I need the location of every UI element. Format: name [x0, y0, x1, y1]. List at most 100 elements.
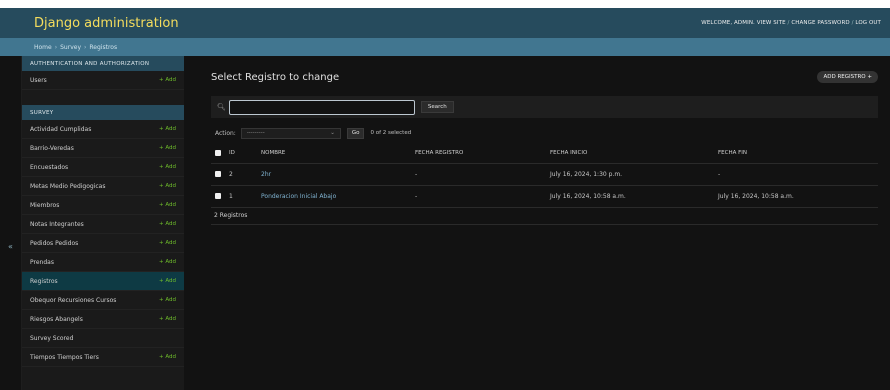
add-link[interactable]: + Add [159, 221, 176, 227]
action-select[interactable]: --------- ⌄ [240, 127, 341, 139]
module-caption-auth[interactable]: AUTHENTICATION AND AUTHORIZATION [22, 56, 184, 71]
sidebar-item-label[interactable]: Registros [30, 278, 58, 285]
row-checkbox[interactable] [215, 171, 221, 177]
chevron-down-icon: ⌄ [330, 130, 335, 136]
cell-nombre[interactable]: Ponderacion Inicial Abajo [257, 185, 411, 207]
sidebar-item[interactable]: Notas Integrantes + Add [22, 215, 184, 234]
cell-fecha-inicio: July 16, 2024, 10:58 a.m. [550, 192, 626, 200]
user-tools: WELCOME, ADMIN. VIEW SITE / CHANGE PASSW… [701, 20, 881, 26]
action-label: Action: [215, 129, 236, 137]
sidebar-item[interactable]: Pedidos Pedidos + Add [22, 234, 184, 253]
cell-nombre[interactable]: 2hr [257, 163, 411, 185]
sidebar-item[interactable]: Tiempos Tiempos Tiers + Add [22, 348, 184, 367]
sidebar-item[interactable]: Riesgos Abangels + Add [22, 310, 184, 329]
add-link[interactable]: + Add [159, 354, 176, 360]
sidebar-item[interactable]: Users + Add [22, 71, 184, 90]
add-link[interactable]: + Add [159, 126, 176, 132]
sidebar-item-label[interactable]: Survey Scored [30, 335, 73, 342]
sidebar-item[interactable]: Encuestados + Add [22, 158, 184, 177]
sidebar-item-label[interactable]: Prendas [30, 259, 54, 266]
add-registro-button[interactable]: ADD REGISTRO + [817, 71, 878, 83]
search-icon: 🔍︎ [217, 103, 226, 111]
breadcrumb-separator: › [54, 43, 58, 51]
column-header-id[interactable]: ID [225, 144, 257, 164]
sidebar-item[interactable]: Actividad Cumplidas + Add [22, 120, 184, 139]
sidebar-item[interactable]: Prendas + Add [22, 253, 184, 272]
add-link[interactable]: + Add [159, 259, 176, 265]
sidebar-item-label[interactable]: Users [30, 77, 47, 84]
table-row: 2 2hr - July 16, 2024, 1:30 p.m. - [211, 163, 878, 185]
column-header-fecha-fin[interactable]: FECHA FIN [714, 144, 878, 164]
cell-fecha-inicio: July 16, 2024, 1:30 p.m. [550, 170, 623, 178]
column-header-fecha-registro[interactable]: FECHA REGISTRO [411, 144, 546, 164]
breadcrumb-separator: › [84, 43, 87, 51]
add-link[interactable]: + Add [159, 240, 176, 246]
window-top-strip [0, 0, 890, 8]
breadcrumb-home[interactable]: Home [34, 44, 52, 51]
sidebar-item[interactable]: Survey Scored [22, 329, 184, 348]
view-site-link[interactable]: VIEW SITE [757, 20, 786, 26]
row-checkbox-cell [211, 163, 225, 185]
sidebar-item-label[interactable]: Pedidos Pedidos [30, 240, 78, 247]
row-checkbox-cell [211, 185, 225, 207]
add-link[interactable]: + Add [159, 164, 176, 170]
result-list: ID NOMBRE FECHA REGISTRO FECHA INICIO FE… [211, 144, 878, 208]
sidebar-item[interactable]: Barrio-Veredas + Add [22, 139, 184, 158]
collapse-icon[interactable]: « [8, 242, 13, 251]
nav-sidebar-toggle[interactable]: « [0, 56, 22, 390]
log-out-link[interactable]: LOG OUT [855, 20, 881, 26]
column-header-fecha-inicio[interactable]: FECHA INICIO [546, 144, 714, 164]
sidebar-item[interactable]: Miembros + Add [22, 196, 184, 215]
main-content: Select Registro to change ADD REGISTRO +… [184, 56, 890, 390]
header: Django administration WELCOME, ADMIN. VI… [0, 8, 890, 38]
sidebar-item-label[interactable]: Metas Medio Pedigogicas [30, 183, 105, 190]
breadcrumb: Home › Survey › Registros [0, 38, 890, 56]
sidebar-item[interactable]: Obequor Recursiones Cursos + Add [22, 291, 184, 310]
sidebar-item-label[interactable]: Obequor Recursiones Cursos [30, 297, 116, 304]
cell-id: 1 [229, 192, 233, 200]
breadcrumb-current: Registros [89, 43, 118, 51]
paginator: 2 Registros [211, 208, 878, 225]
nav-sidebar: AUTHENTICATION AND AUTHORIZATION Users +… [22, 56, 184, 390]
column-header-nombre[interactable]: NOMBRE [257, 144, 411, 164]
row-checkbox[interactable] [215, 193, 221, 199]
search-toolbar: 🔍︎ Search [211, 96, 878, 118]
add-link[interactable]: + Add [159, 145, 176, 151]
search-input[interactable] [228, 99, 415, 115]
sidebar-item-label[interactable]: Riesgos Abangels [30, 316, 83, 323]
sidebar-item-label[interactable]: Miembros [30, 202, 59, 209]
breadcrumb-survey[interactable]: Survey [60, 44, 81, 51]
cell-fecha-registro: - [415, 170, 418, 178]
sidebar-item-label[interactable]: Notas Integrantes [30, 221, 84, 228]
sidebar-item[interactable]: Registros + Add [22, 272, 184, 291]
actions-bar: Action: --------- ⌄ Go 0 of 2 selected [211, 126, 878, 140]
site-name-link[interactable]: Django administration [34, 16, 179, 31]
action-select-value: --------- [246, 130, 265, 136]
selection-counter: 0 of 2 selected [370, 130, 412, 136]
add-link[interactable]: + Add [159, 183, 176, 189]
separator: / [787, 20, 790, 26]
table-header-row: ID NOMBRE FECHA REGISTRO FECHA INICIO FE… [211, 144, 878, 164]
page-title: Select Registro to change [211, 71, 340, 83]
go-button[interactable]: Go [346, 127, 365, 139]
sidebar-item-label[interactable]: Barrio-Veredas [30, 145, 74, 152]
sidebar-item[interactable]: Metas Medio Pedigogicas + Add [22, 177, 184, 196]
add-link[interactable]: + Add [159, 316, 176, 322]
change-password-link[interactable]: CHANGE PASSWORD [791, 20, 849, 26]
add-link[interactable]: + Add [159, 278, 176, 284]
sidebar-item-label[interactable]: Encuestados [30, 164, 68, 171]
module-caption-survey[interactable]: SURVEY [22, 105, 184, 120]
sidebar-item-label[interactable]: Tiempos Tiempos Tiers [30, 354, 99, 361]
add-link[interactable]: + Add [159, 77, 176, 83]
select-all-header [211, 144, 225, 164]
sidebar-item-label[interactable]: Actividad Cumplidas [30, 126, 91, 133]
add-link[interactable]: + Add [159, 297, 176, 303]
cell-fecha-fin: July 16, 2024, 10:58 a.m. [718, 192, 794, 200]
table-row: 1 Ponderacion Inicial Abajo - July 16, 2024… [211, 185, 878, 207]
table-body: 2 2hr - July 16, 2024, 1:30 p.m. -1 Ponderaci… [211, 163, 878, 207]
select-all-checkbox[interactable] [215, 150, 221, 156]
search-button[interactable]: Search [420, 101, 454, 113]
add-link[interactable]: + Add [159, 202, 176, 208]
separator: / [851, 20, 854, 26]
welcome-text: WELCOME, ADMIN. [701, 20, 755, 26]
